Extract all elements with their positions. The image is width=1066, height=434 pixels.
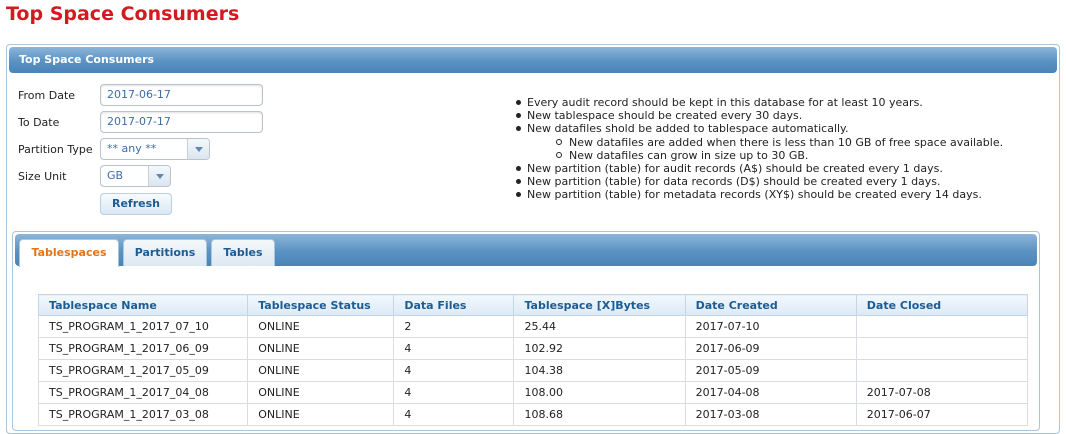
table-cell: [855, 315, 1029, 338]
col-tablespace-bytes[interactable]: Tablespace [X]Bytes: [513, 294, 686, 316]
note-item: Every audit record should be kept in thi…: [514, 96, 1003, 109]
table-cell: ONLINE: [247, 337, 395, 360]
table-cell: 104.38: [513, 359, 686, 382]
panel-header: Top Space Consumers: [9, 47, 1057, 73]
col-date-closed[interactable]: Date Closed: [855, 294, 1029, 316]
table-cell: ONLINE: [247, 359, 395, 382]
table-cell: TS_PROGRAM_1_2017_07_10: [37, 315, 249, 338]
tab-bar: Tablespaces Partitions Tables: [15, 234, 1037, 267]
table-cell: ONLINE: [247, 403, 395, 426]
table-cell: TS_PROGRAM_1_2017_05_09: [37, 359, 249, 382]
col-data-files[interactable]: Data Files: [393, 294, 515, 316]
table-row[interactable]: TS_PROGRAM_1_2017_03_08 ONLINE 4 108.68 2017…: [37, 403, 1029, 426]
size-unit-select[interactable]: GB: [100, 165, 171, 187]
table-cell: 2: [393, 315, 515, 338]
col-tablespace-name[interactable]: Tablespace Name: [37, 294, 249, 316]
size-unit-value: GB: [107, 169, 124, 182]
from-date-label: From Date: [18, 89, 76, 102]
table-cell: 4: [393, 337, 515, 360]
table-header-row: Tablespace Name Tablespace Status Data F…: [37, 294, 1029, 316]
note-item: New partition (table) for audit records …: [514, 162, 1003, 175]
table-row[interactable]: TS_PROGRAM_1_2017_04_08 ONLINE 4 108.00 2017…: [37, 381, 1029, 404]
table-cell: TS_PROGRAM_1_2017_04_08: [37, 381, 249, 404]
table-cell: 4: [393, 403, 515, 426]
tab-tablespaces[interactable]: Tablespaces: [19, 239, 119, 267]
table-cell: TS_PROGRAM_1_2017_03_08: [37, 403, 249, 426]
page-title: Top Space Consumers: [6, 3, 240, 25]
tab-tables[interactable]: Tables: [211, 239, 275, 266]
partition-type-label: Partition Type: [18, 143, 93, 156]
policy-notes: Every audit record should be kept in thi…: [514, 96, 1003, 202]
table-row[interactable]: TS_PROGRAM_1_2017_07_10 ONLINE 2 25.44 2017-…: [37, 315, 1029, 338]
size-unit-label: Size Unit: [18, 170, 67, 183]
table-cell: 2017-07-10: [684, 315, 857, 338]
tablespaces-table: Tablespace Name Tablespace Status Data F…: [37, 294, 1029, 426]
table-cell: 2017-06-09: [684, 337, 857, 360]
to-date-label: To Date: [18, 116, 60, 129]
table-cell: 2017-05-09: [684, 359, 857, 382]
table-cell: [855, 359, 1029, 382]
note-item: New partition (table) for data records (…: [514, 175, 1003, 188]
table-cell: 108.00: [513, 381, 686, 404]
note-sub-item: New datafiles can grow in size up to 30 …: [514, 149, 1003, 162]
note-item: New datafiles shold be added to tablespa…: [514, 122, 1003, 135]
from-date-input[interactable]: 2017-06-17: [100, 84, 263, 106]
partition-type-value: ** any **: [107, 142, 157, 155]
table-cell: 4: [393, 381, 515, 404]
note-item: New tablespace should be created every 3…: [514, 109, 1003, 122]
table-cell: 2017-06-07: [855, 403, 1029, 426]
refresh-button[interactable]: Refresh: [100, 193, 172, 215]
table-row[interactable]: TS_PROGRAM_1_2017_05_09 ONLINE 4 104.38 2017…: [37, 359, 1029, 382]
table-cell: 4: [393, 359, 515, 382]
tab-partitions[interactable]: Partitions: [123, 239, 207, 266]
table-cell: 2017-04-08: [684, 381, 857, 404]
partition-type-select[interactable]: ** any **: [100, 138, 210, 160]
table-cell: 25.44: [513, 315, 686, 338]
table-row[interactable]: TS_PROGRAM_1_2017_06_09 ONLINE 4 102.92 2017…: [37, 337, 1029, 360]
table-cell: [855, 337, 1029, 360]
to-date-input[interactable]: 2017-07-17: [100, 111, 263, 133]
chevron-down-icon[interactable]: [187, 139, 209, 159]
table-cell: 2017-07-08: [855, 381, 1029, 404]
table-cell: 108.68: [513, 403, 686, 426]
note-item: New partition (table) for metadata recor…: [514, 188, 1003, 201]
col-date-created[interactable]: Date Created: [684, 294, 857, 316]
table-cell: 2017-03-08: [684, 403, 857, 426]
table-cell: ONLINE: [247, 381, 395, 404]
col-tablespace-status[interactable]: Tablespace Status: [247, 294, 395, 316]
table-cell: 102.92: [513, 337, 686, 360]
table-cell: TS_PROGRAM_1_2017_06_09: [37, 337, 249, 360]
table-cell: ONLINE: [247, 315, 395, 338]
note-sub-item: New datafiles are added when there is le…: [514, 136, 1003, 149]
chevron-down-icon[interactable]: [148, 166, 170, 186]
